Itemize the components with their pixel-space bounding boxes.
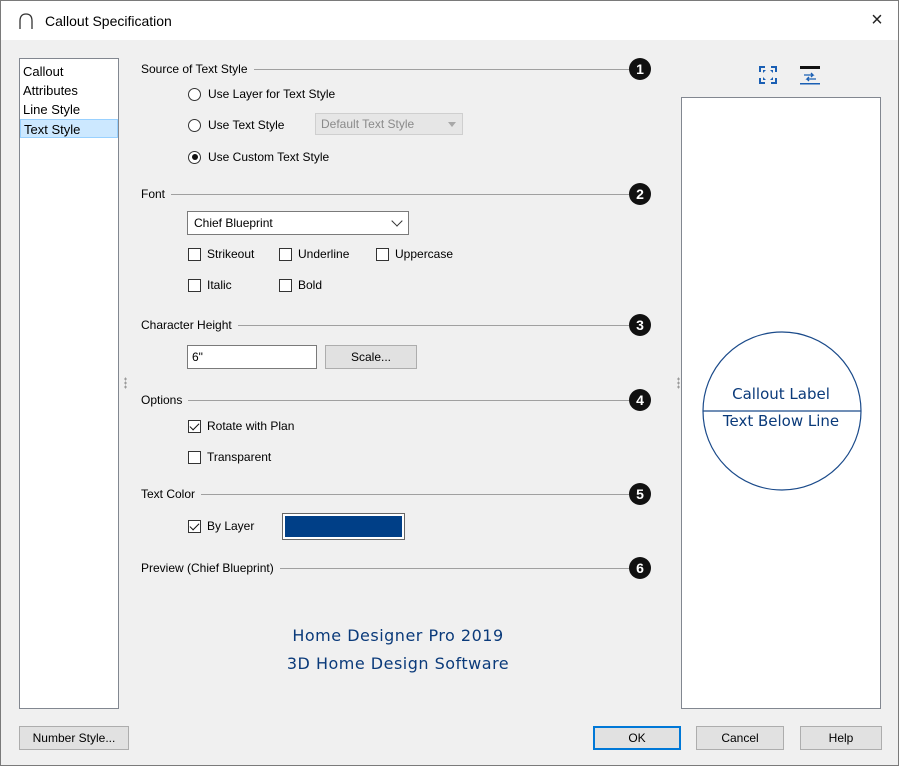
font-section-header: Font — [141, 184, 629, 204]
scale-button[interactable]: Scale... — [325, 345, 417, 369]
font-section-label: Font — [141, 187, 166, 201]
window-title: Callout Specification — [45, 13, 172, 29]
section-divider — [171, 193, 629, 195]
strikeout-label: Strikeout — [207, 247, 255, 261]
callout-badge-4: 4 — [629, 389, 651, 411]
font-value: Chief Blueprint — [194, 216, 273, 230]
fill-window-icon[interactable] — [756, 63, 780, 87]
by-layer-checkbox[interactable]: By Layer — [188, 517, 254, 535]
callout-app-icon — [19, 13, 33, 29]
italic-checkbox[interactable]: Italic — [188, 276, 232, 294]
splitter-grip-left[interactable] — [124, 377, 127, 389]
color-fill — [285, 516, 402, 537]
text-style-select: Default Text Style — [315, 113, 463, 135]
checkbox-box-checked[interactable] — [188, 419, 201, 433]
section-divider — [188, 399, 629, 401]
preview-section-label: Preview (Chief Blueprint) — [141, 561, 274, 575]
number-style-button[interactable]: Number Style... — [19, 726, 129, 750]
nav-item-attributes[interactable]: Attributes — [20, 81, 118, 100]
section-divider — [237, 324, 629, 326]
checkbox-box[interactable] — [376, 247, 389, 261]
splitter-grip-right[interactable] — [677, 377, 680, 389]
close-icon[interactable]: × — [866, 9, 888, 31]
underline-label: Underline — [298, 247, 350, 261]
height-section-header: Character Height — [141, 315, 629, 335]
radio-button-selected[interactable] — [188, 150, 201, 164]
use-text-style-radio[interactable]: Use Text Style — [188, 116, 284, 134]
callout-preview-pane: Callout Label Text Below Line — [681, 97, 881, 709]
use-layer-label: Use Layer for Text Style — [208, 87, 336, 101]
chevron-down-icon — [391, 215, 403, 227]
preview-section-header: Preview (Chief Blueprint) — [141, 558, 629, 578]
color-section-label: Text Color — [141, 487, 196, 501]
strikeout-checkbox[interactable]: Strikeout — [188, 245, 254, 263]
checkbox-box[interactable] — [188, 247, 201, 261]
callout-badge-6: 6 — [629, 557, 651, 579]
cancel-button[interactable]: Cancel — [696, 726, 784, 750]
help-button[interactable]: Help — [800, 726, 882, 750]
options-section-header: Options — [141, 390, 629, 410]
category-list: Callout Attributes Line Style Text Style — [19, 58, 119, 709]
use-text-style-label: Use Text Style — [208, 118, 285, 132]
by-layer-label: By Layer — [207, 519, 255, 533]
nav-item-text-style[interactable]: Text Style — [20, 119, 118, 138]
callout-badge-1: 1 — [629, 58, 651, 80]
bold-label: Bold — [298, 278, 323, 292]
checkbox-box-checked[interactable] — [188, 519, 201, 533]
callout-badge-2: 2 — [629, 183, 651, 205]
ok-button[interactable]: OK — [593, 726, 681, 750]
text-color-swatch[interactable] — [282, 513, 405, 540]
use-custom-radio[interactable]: Use Custom Text Style — [188, 148, 329, 166]
source-section-label: Source of Text Style — [141, 62, 248, 76]
italic-label: Italic — [207, 278, 232, 292]
callout-badge-5: 5 — [629, 483, 651, 505]
swap-text-icon[interactable] — [798, 63, 822, 87]
checkbox-box[interactable] — [188, 450, 201, 464]
use-custom-label: Use Custom Text Style — [208, 150, 330, 164]
uppercase-checkbox[interactable]: Uppercase — [376, 245, 453, 263]
options-section-label: Options — [141, 393, 183, 407]
source-section-header: Source of Text Style — [141, 59, 629, 79]
section-divider — [201, 493, 629, 495]
rotate-with-plan-checkbox[interactable]: Rotate with Plan — [188, 417, 294, 435]
callout-label-bottom: Text Below Line — [722, 412, 840, 430]
section-divider — [253, 68, 629, 70]
transparent-label: Transparent — [207, 450, 272, 464]
character-height-input[interactable]: 6" — [187, 345, 317, 369]
transparent-checkbox[interactable]: Transparent — [188, 448, 271, 466]
callout-badge-3: 3 — [629, 314, 651, 336]
rotate-with-plan-label: Rotate with Plan — [207, 419, 295, 433]
text-style-value: Default Text Style — [321, 117, 415, 131]
dropdown-arrow-icon — [448, 122, 456, 127]
callout-label-top: Callout Label — [732, 385, 830, 403]
radio-button[interactable] — [188, 87, 201, 101]
callout-preview-graphic — [702, 331, 862, 491]
font-select[interactable]: Chief Blueprint — [187, 211, 409, 235]
radio-button[interactable] — [188, 118, 201, 132]
font-preview-line-1: Home Designer Pro 2019 — [292, 626, 504, 645]
nav-item-line-style[interactable]: Line Style — [20, 100, 118, 119]
checkbox-box[interactable] — [279, 278, 292, 292]
font-preview-line-2: 3D Home Design Software — [286, 654, 510, 673]
nav-item-callout[interactable]: Callout — [20, 62, 118, 81]
uppercase-label: Uppercase — [395, 247, 454, 261]
height-section-label: Character Height — [141, 318, 232, 332]
bold-checkbox[interactable]: Bold — [279, 276, 322, 294]
use-layer-radio[interactable]: Use Layer for Text Style — [188, 85, 335, 103]
section-divider — [279, 567, 629, 569]
checkbox-box[interactable] — [279, 247, 292, 261]
callout-specification-dialog: Callout Specification × Callout Attribut… — [0, 0, 899, 766]
color-section-header: Text Color — [141, 484, 629, 504]
underline-checkbox[interactable]: Underline — [279, 245, 349, 263]
title-bar: Callout Specification × — [1, 1, 898, 40]
checkbox-box[interactable] — [188, 278, 201, 292]
